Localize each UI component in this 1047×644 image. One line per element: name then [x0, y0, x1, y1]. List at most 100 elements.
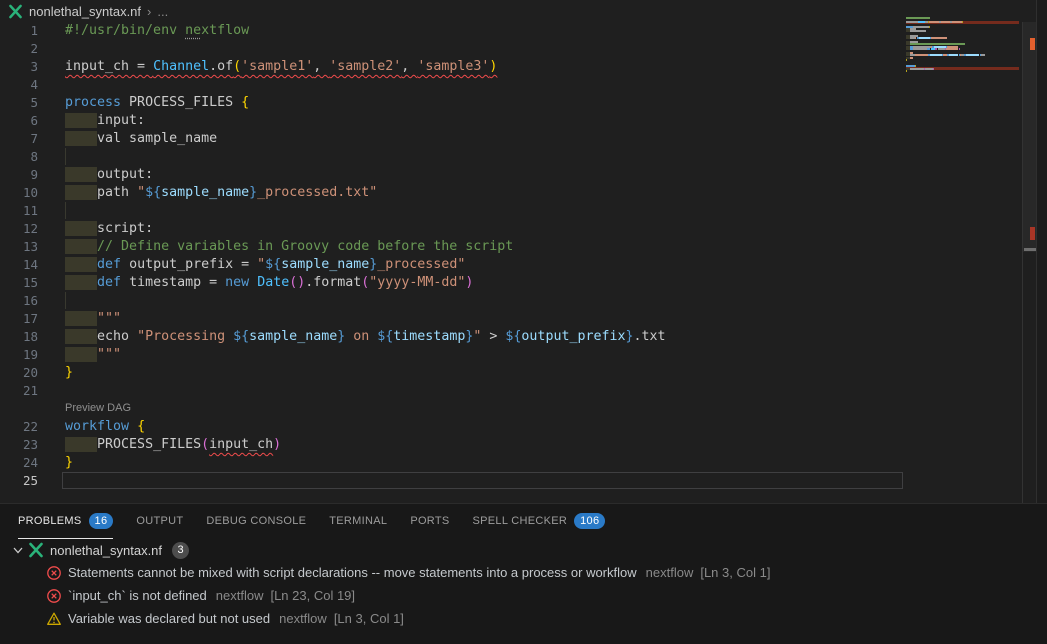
code-line[interactable]: 5process PROCESS_FILES { — [0, 94, 906, 112]
code-line[interactable]: 16 — [0, 292, 906, 310]
line-number[interactable]: 14 — [0, 256, 38, 274]
indent-highlight — [65, 131, 97, 146]
line-number[interactable]: 22 — [0, 418, 38, 436]
code-line[interactable]: 4 — [0, 76, 906, 94]
code-line[interactable]: 3input_ch = Channel.of('sample1', 'sampl… — [0, 58, 906, 76]
line-number[interactable]: 7 — [0, 130, 38, 148]
code-line[interactable]: 6 input: — [0, 112, 906, 130]
indent-highlight — [65, 275, 97, 290]
line-number[interactable]: 19 — [0, 346, 38, 364]
line-number[interactable]: 17 — [0, 310, 38, 328]
line-number[interactable]: 15 — [0, 274, 38, 292]
minimap-code-segment — [910, 57, 913, 59]
panel-tab-label: TERMINAL — [329, 515, 387, 527]
code-line[interactable]: 22 workflow { — [0, 418, 906, 436]
code-token: () — [289, 275, 305, 290]
problem-location: [Ln 3, Col 1] — [700, 565, 770, 580]
panel-tab-debug-console[interactable]: DEBUG CONSOLE — [206, 504, 306, 539]
line-number[interactable]: 21 — [0, 382, 38, 400]
indent-highlight — [65, 167, 97, 182]
line-number[interactable]: 6 — [0, 112, 38, 130]
code-token: Channel — [153, 59, 209, 74]
code-line[interactable]: 14 def output_prefix = "${sample_name}_p… — [0, 256, 906, 274]
indent-highlight — [65, 221, 97, 236]
problems-list: Statements cannot be mixed with script d… — [0, 561, 1047, 630]
problem-row[interactable]: `input_ch` is not definednextflow[Ln 23,… — [0, 584, 1047, 607]
code-line[interactable]: 20} — [0, 364, 906, 382]
minimap[interactable] — [906, 17, 1022, 503]
problems-file-group[interactable]: nonlethal_syntax.nf 3 — [0, 539, 1047, 561]
line-number[interactable]: 1 — [0, 22, 38, 40]
code-line[interactable]: 18 echo "Processing ${sample_name} on ${… — [0, 328, 906, 346]
code-token: new — [225, 275, 249, 290]
code-token: } — [65, 365, 73, 380]
panel-tab-terminal[interactable]: TERMINAL — [329, 504, 387, 539]
breadcrumb-more[interactable]: ... — [157, 4, 168, 19]
code-line[interactable]: 21 — [0, 382, 906, 400]
line-number[interactable]: 18 — [0, 328, 38, 346]
code-token: val sample_name — [97, 131, 217, 146]
code-token: _processed.txt" — [257, 185, 377, 200]
problem-location: [Ln 3, Col 1] — [334, 611, 404, 626]
problem-row[interactable]: Variable was declared but not usednextfl… — [0, 607, 1047, 630]
scrollbar-slider[interactable] — [1023, 22, 1037, 252]
line-number[interactable]: 4 — [0, 76, 38, 94]
code-line[interactable]: 13 // Define variables in Groovy code be… — [0, 238, 906, 256]
line-number[interactable]: 2 — [0, 40, 38, 58]
code-token: "Processing — [137, 329, 233, 344]
line-number[interactable]: 16 — [0, 292, 38, 310]
breadcrumb-file[interactable]: nonlethal_syntax.nf — [29, 4, 141, 19]
problem-message: `input_ch` is not defined — [68, 588, 207, 603]
code-line[interactable]: 17 """ — [0, 310, 906, 328]
line-number[interactable]: 9 — [0, 166, 38, 184]
line-number[interactable]: 3 — [0, 58, 38, 76]
panel-tab-spell-checker[interactable]: SPELL CHECKER106 — [473, 504, 606, 539]
line-number[interactable]: 13 — [0, 238, 38, 256]
code-line[interactable]: 12 script: — [0, 220, 906, 238]
code-line[interactable]: 9 output: — [0, 166, 906, 184]
problem-row[interactable]: Statements cannot be mixed with script d… — [0, 561, 1047, 584]
panel-tab-output[interactable]: OUTPUT — [136, 504, 183, 539]
code-line[interactable]: 23 PROCESS_FILES(input_ch) — [0, 436, 906, 454]
code-line[interactable]: 7 val sample_name — [0, 130, 906, 148]
code-line[interactable]: 24} — [0, 454, 906, 472]
line-number[interactable]: 12 — [0, 220, 38, 238]
code-token: echo — [97, 329, 137, 344]
vertical-scrollbar[interactable] — [1022, 22, 1036, 503]
minimap-code-segment — [906, 70, 907, 72]
chevron-down-icon[interactable] — [10, 542, 26, 558]
code-token: " — [257, 257, 265, 272]
code-editor[interactable]: 1#!/usr/bin/env nextflow23input_ch = Cha… — [0, 22, 906, 503]
breadcrumb[interactable]: nonlethal_syntax.nf › ... — [0, 0, 1036, 22]
panel-tab-bar: PROBLEMS16 OUTPUT DEBUG CONSOLE TERMINAL POR… — [0, 504, 1047, 539]
panel-tab-problems[interactable]: PROBLEMS16 — [18, 504, 113, 539]
code-line[interactable]: 1#!/usr/bin/env nextflow — [0, 22, 906, 40]
line-number[interactable]: 11 — [0, 202, 38, 220]
line-number[interactable]: 20 — [0, 364, 38, 382]
line-number[interactable]: 8 — [0, 148, 38, 166]
line-number[interactable]: 10 — [0, 184, 38, 202]
code-token: " — [137, 185, 145, 200]
code-token: Date — [257, 275, 289, 290]
code-line[interactable]: 25 — [0, 472, 906, 490]
code-token: { — [137, 419, 145, 434]
code-line[interactable]: 2 — [0, 40, 906, 58]
line-number[interactable]: 24 — [0, 454, 38, 472]
indent-highlight — [65, 239, 97, 254]
code-line[interactable]: 11 — [0, 202, 906, 220]
code-line[interactable]: 15 def timestamp = new Date().format("yy… — [0, 274, 906, 292]
indent-guide — [65, 202, 66, 219]
panel-tab-ports[interactable]: PORTS — [410, 504, 449, 539]
codelens-preview-dag[interactable]: Preview DAG — [0, 400, 906, 418]
code-line[interactable]: 19 """ — [0, 346, 906, 364]
line-number[interactable]: 5 — [0, 94, 38, 112]
code-token: #!/usr/bin/env — [65, 23, 185, 38]
line-number[interactable]: 23 — [0, 436, 38, 454]
code-token: workflow — [65, 419, 137, 434]
code-line[interactable]: 10 path "${sample_name}_processed.txt" — [0, 184, 906, 202]
code-token: , — [313, 59, 329, 74]
problem-location: [Ln 23, Col 19] — [270, 588, 355, 603]
line-number[interactable]: 25 — [0, 472, 38, 490]
code-token: sample_name — [161, 185, 249, 200]
code-line[interactable]: 8 — [0, 148, 906, 166]
